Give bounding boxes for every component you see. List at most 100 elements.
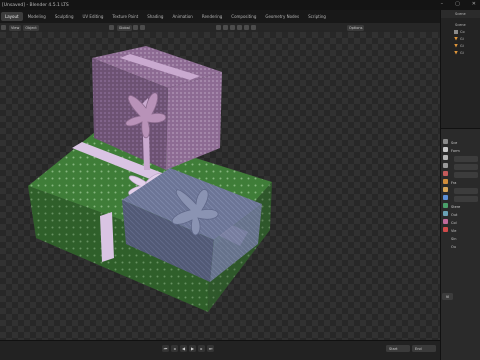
object-icon [454,36,458,41]
property-row: Fra [451,179,480,187]
outliner-row-label: Co [460,29,465,34]
snap-icon[interactable] [132,25,138,30]
end-frame-field[interactable]: End [412,345,436,352]
tab-modeling[interactable]: Modeling [24,12,50,21]
proportional-edit-icon[interactable] [139,25,145,30]
texture-tab-icon[interactable] [443,227,448,232]
shading-solid-icon[interactable] [243,25,249,30]
outliner-row[interactable]: Gi [441,49,480,56]
maximize-icon[interactable]: ▢ [455,1,460,7]
property-row[interactable] [451,155,480,163]
scene-tab-icon[interactable] [443,171,448,176]
property-field[interactable] [454,196,478,202]
xray-icon[interactable] [236,25,242,30]
property-field[interactable] [454,164,478,170]
outliner-header-label: Scene [455,12,466,16]
property-row[interactable] [451,195,480,203]
property-label: Sce [451,141,458,145]
next-keyframe-icon[interactable]: ▸ [198,345,205,352]
tab-animation[interactable]: Animation [168,12,196,21]
property-label: Fra [451,181,457,185]
tab-texture-paint[interactable]: Texture Paint [108,12,142,21]
window-title: [Unsaved] - Blender 4.5.1 LTS [2,2,69,8]
outliner-row[interactable]: Co [441,28,480,35]
physics-tab-icon[interactable] [443,203,448,208]
overlay-icon[interactable] [229,25,235,30]
outliner-row[interactable]: Gi [441,42,480,49]
outliner-scene-label: Scene [455,22,466,27]
object-icon [454,50,458,55]
close-icon[interactable]: ✕ [472,1,476,7]
property-row: Vie [451,227,480,235]
transform-pivot-icon[interactable] [108,25,114,30]
tab-scripting[interactable]: Scripting [304,12,330,21]
property-row: Form [451,147,480,155]
tab-rendering[interactable]: Rendering [198,12,226,21]
view-layer-tab-icon[interactable] [443,163,448,168]
workspace-tabs: Layout Modeling Sculpting UV Editing Tex… [0,10,440,23]
title-bar: [Unsaved] - Blender 4.5.1 LTS – ▢ ✕ [0,0,480,10]
render-tab-icon[interactable] [443,147,448,152]
tab-geometry-nodes[interactable]: Geometry Nodes [261,12,303,21]
property-row[interactable] [451,187,480,195]
outliner-row[interactable]: Gi [441,35,480,42]
viewport-header: View Object Global Options [0,23,440,32]
outliner-header: Scene [441,10,480,18]
outliner-scene-row[interactable]: Scene [441,21,480,28]
outliner-panel: Scene Scene Co Gi Gi Gi [440,10,480,128]
property-label: Form [451,149,460,153]
play-reverse-icon[interactable]: ◀ [180,345,187,352]
properties-panel: Sce Form Fra Stere Out Col Vie Sin Ou Vi [440,128,480,360]
object-menu[interactable]: Object [23,24,39,31]
timeline: ⏮ ◂ ◀ ▶ ▸ ⏭ Start End [0,340,440,360]
view-layer-button[interactable]: Vi [442,293,453,300]
property-field[interactable] [454,188,478,194]
property-row[interactable] [451,163,480,171]
properties-body: Sce Form Fra Stere Out Col Vie Sin Ou [451,139,480,251]
property-label: Out [451,213,458,217]
modifier-tab-icon[interactable] [443,195,448,200]
gizmo-icon[interactable] [222,25,228,30]
property-row: Sin [451,235,480,243]
property-label: Col [451,221,457,225]
world-tab-icon[interactable] [443,179,448,184]
options-menu[interactable]: Options [346,24,365,31]
material-tab-icon[interactable] [443,219,448,224]
editor-type-icon[interactable] [1,25,6,30]
prev-keyframe-icon[interactable]: ◂ [171,345,178,352]
tab-shading[interactable]: Shading [143,12,167,21]
tab-layout[interactable]: Layout [1,12,23,21]
view-menu[interactable]: View [9,24,22,31]
outliner-row-label: Gi [460,43,464,48]
object-icon [454,43,458,48]
tab-compositing[interactable]: Compositing [227,12,260,21]
constraint-tab-icon[interactable] [443,211,448,216]
property-field[interactable] [454,172,478,178]
output-tab-icon[interactable] [443,155,448,160]
property-row[interactable] [451,171,480,179]
jump-end-icon[interactable]: ⏭ [207,345,214,352]
outliner-row-label: Gi [460,36,464,41]
start-frame-label: Start [389,346,398,351]
visibility-icon[interactable] [215,25,221,30]
start-frame-field[interactable]: Start [386,345,410,352]
transform-orientation-select[interactable]: Global [116,24,132,31]
end-frame-label: End [415,346,422,351]
property-label: Ou [451,245,456,249]
property-field[interactable] [454,156,478,162]
play-icon[interactable]: ▶ [189,345,196,352]
property-row: Ou [451,243,480,251]
shading-material-icon[interactable] [250,25,256,30]
jump-start-icon[interactable]: ⏮ [162,345,169,352]
property-label: Vie [451,229,457,233]
tab-sculpting[interactable]: Sculpting [51,12,78,21]
property-label: Sin [451,237,457,241]
minimize-icon[interactable]: – [441,1,444,7]
playback-controls: ⏮ ◂ ◀ ▶ ▸ ⏭ [162,345,214,352]
property-row: Out [451,211,480,219]
object-tab-icon[interactable] [443,187,448,192]
tool-tab-icon[interactable] [443,139,448,144]
property-row: Stere [451,203,480,211]
tab-uv-editing[interactable]: UV Editing [79,12,108,21]
3d-viewport[interactable] [0,32,440,340]
